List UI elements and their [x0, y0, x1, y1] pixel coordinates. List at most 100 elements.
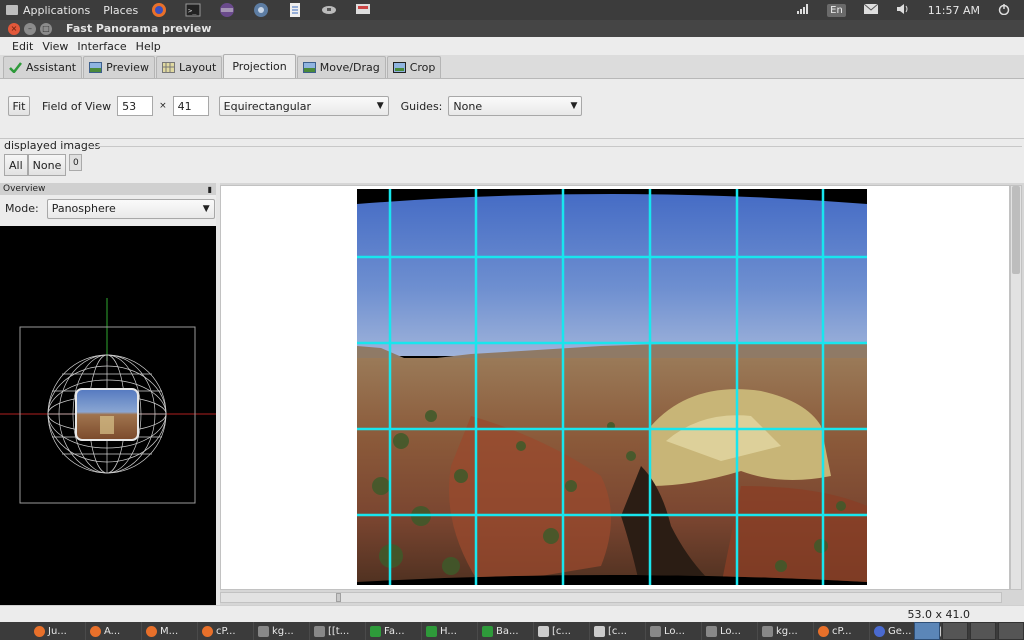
- taskbar-item[interactable]: H...: [422, 622, 478, 640]
- overview-title: Overview: [3, 184, 46, 194]
- network-icon[interactable]: [252, 2, 270, 18]
- power-icon[interactable]: [998, 3, 1010, 18]
- move-icon: [302, 62, 316, 73]
- workspace-2[interactable]: [942, 622, 968, 640]
- guides-select[interactable]: None ▼: [448, 96, 583, 116]
- taskbar-item[interactable]: [c...: [534, 622, 590, 640]
- keyboard-icon[interactable]: [354, 2, 372, 18]
- app-icon: [594, 625, 605, 637]
- close-window-button[interactable]: ×: [8, 22, 20, 35]
- document-icon[interactable]: [286, 2, 304, 18]
- terminal-icon[interactable]: >_: [184, 2, 202, 18]
- fit-button[interactable]: Fit: [8, 96, 30, 116]
- mail-icon[interactable]: [863, 3, 879, 17]
- window-title: Fast Panorama preview: [66, 22, 212, 35]
- workspace-4[interactable]: [998, 622, 1024, 640]
- panosphere-view[interactable]: [0, 226, 216, 605]
- tab-crop[interactable]: Crop: [386, 56, 442, 78]
- menu-interface[interactable]: Interface: [73, 40, 130, 53]
- menu-view[interactable]: View: [38, 40, 72, 53]
- fov-separator: ×: [159, 101, 167, 111]
- taskbar-item[interactable]: cP...: [198, 622, 254, 640]
- taskbar-item[interactable]: M...: [142, 622, 198, 640]
- menu-help[interactable]: Help: [132, 40, 165, 53]
- app-icon: [650, 625, 661, 637]
- show-all-button[interactable]: All: [4, 154, 28, 176]
- projection-toolbar: Fit Field of View 53 × 41 Equirectangula…: [0, 79, 1024, 139]
- maximize-window-button[interactable]: □: [40, 22, 52, 35]
- tab-label: Crop: [409, 61, 436, 74]
- show-none-button[interactable]: None: [27, 154, 67, 176]
- workspace-1[interactable]: [914, 622, 940, 640]
- taskbar-item-label: H...: [440, 625, 457, 637]
- taskbar-item[interactable]: A...: [86, 622, 142, 640]
- mouse-icon[interactable]: [320, 2, 338, 18]
- tab-label: Projection: [232, 60, 287, 73]
- taskbar-item-label: [[t...: [328, 625, 350, 637]
- projection-type-select[interactable]: Equirectangular ▼: [218, 96, 389, 116]
- places-menu[interactable]: Places: [103, 4, 138, 17]
- app-icon: [370, 625, 381, 637]
- vertical-scroll-thumb[interactable]: [1012, 186, 1020, 274]
- taskbar-item-label: kg...: [776, 625, 798, 637]
- group-divider: [88, 146, 1022, 147]
- taskbar-item-label: Ge...: [888, 625, 912, 637]
- taskbar-item[interactable]: kg...: [758, 622, 814, 640]
- taskbar-item-label: [c...: [552, 625, 571, 637]
- taskbar-item[interactable]: Fa...: [366, 622, 422, 640]
- app-icon: [314, 625, 325, 637]
- overview-mode-select[interactable]: Panosphere ▼: [46, 198, 215, 219]
- taskbar-item[interactable]: [[t...: [310, 622, 366, 640]
- taskbar-item[interactable]: Ju...: [30, 622, 86, 640]
- volume-icon[interactable]: [896, 3, 910, 18]
- taskbar-item[interactable]: Lo...: [646, 622, 702, 640]
- taskbar-item-label: M...: [160, 625, 179, 637]
- svg-text:>_: >_: [188, 7, 197, 15]
- menubar: Edit View Interface Help: [0, 37, 1024, 55]
- app-icon: [34, 625, 45, 637]
- tab-move-drag[interactable]: Move/Drag: [296, 56, 386, 78]
- taskbar-item-label: Ba...: [496, 625, 519, 637]
- firefox-icon[interactable]: [150, 2, 168, 18]
- chevron-down-icon: ▼: [202, 203, 210, 214]
- eclipse-icon[interactable]: [218, 2, 236, 18]
- taskbar-item-label: [c...: [608, 625, 627, 637]
- taskbar-item[interactable]: [c...: [590, 622, 646, 640]
- tab-projection[interactable]: Projection: [223, 54, 296, 78]
- taskbar-item[interactable]: Lo...: [702, 622, 758, 640]
- displayed-images-label: displayed images: [4, 139, 101, 152]
- preview-vertical-scrollbar[interactable]: [1010, 185, 1022, 590]
- fov-label: Field of View: [42, 99, 112, 113]
- overview-panel: Overview ▮ Mode: Panosphere ▼: [0, 183, 216, 605]
- taskbar-item[interactable]: Ba...: [478, 622, 534, 640]
- applications-menu[interactable]: Applications: [23, 4, 90, 17]
- projection-type-value: Equirectangular: [223, 99, 311, 113]
- pin-icon[interactable]: ▮: [208, 185, 212, 194]
- app-icon: [538, 625, 549, 637]
- taskbar-item-label: cP...: [216, 625, 236, 637]
- app-icon: [202, 625, 213, 637]
- clock[interactable]: 11:57 AM: [928, 4, 980, 17]
- app-icon: [90, 625, 101, 637]
- horizontal-scroll-thumb[interactable]: [336, 593, 341, 602]
- fov-horizontal-input[interactable]: 53: [117, 96, 154, 116]
- taskbar-item[interactable]: cP...: [814, 622, 870, 640]
- fov-vertical-input[interactable]: 41: [172, 96, 209, 116]
- workspace-3[interactable]: [970, 622, 996, 640]
- taskbar-item[interactable]: kg...: [254, 622, 310, 640]
- menu-edit[interactable]: Edit: [8, 40, 37, 53]
- panorama-preview[interactable]: [220, 185, 1010, 590]
- tab-assistant[interactable]: Assistant: [3, 56, 83, 78]
- tab-preview[interactable]: Preview: [83, 56, 155, 78]
- signal-icon[interactable]: [797, 3, 809, 17]
- preview-horizontal-scrollbar[interactable]: [220, 592, 1002, 603]
- guides-value: None: [453, 99, 483, 113]
- window-titlebar[interactable]: × – □ Fast Panorama preview: [0, 20, 1024, 37]
- panorama-canvas[interactable]: [221, 186, 1010, 590]
- panosphere-canvas[interactable]: [0, 226, 216, 605]
- tab-layout[interactable]: Layout: [155, 56, 223, 78]
- minimize-window-button[interactable]: –: [24, 22, 36, 35]
- image-toggle-0[interactable]: 0: [69, 154, 83, 171]
- keyboard-language[interactable]: En: [827, 3, 846, 17]
- taskbar-item-label: Lo...: [720, 625, 741, 637]
